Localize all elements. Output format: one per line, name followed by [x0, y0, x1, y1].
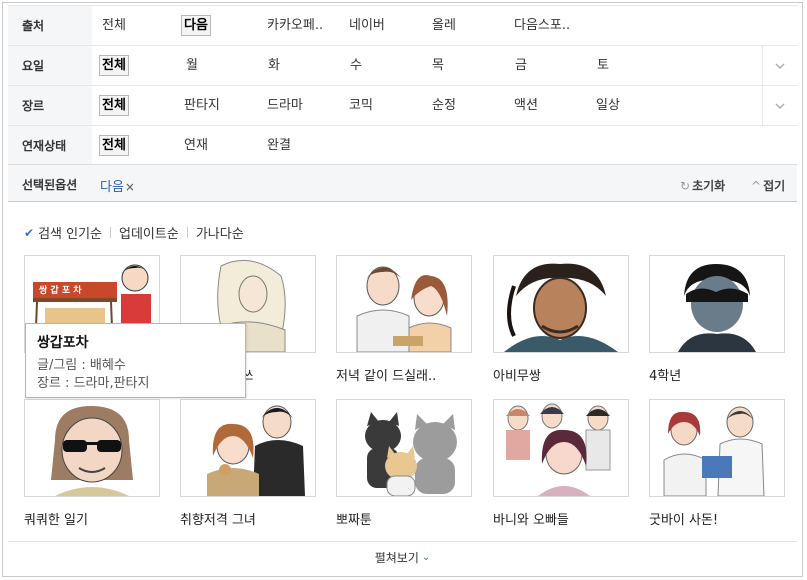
filter-genre-fantasy[interactable]: 판타지 [182, 96, 222, 115]
filter-genre-comic[interactable]: 코믹 [347, 96, 375, 115]
filter-source-olleh[interactable]: 올레 [430, 16, 458, 35]
webtoon-title[interactable]: 굿바이 사돈! [649, 509, 718, 528]
webtoon-thumbnail[interactable] [336, 255, 472, 353]
filter-genre-all[interactable]: 전체 [99, 95, 129, 116]
webtoon-card[interactable]: 아비무쌍 [493, 255, 629, 384]
webtoon-title[interactable]: 저녁 같이 드실래.. [336, 365, 436, 384]
selected-options-bar: 선택된옵션 다음× ↻ 초기화 ^ 접기 [8, 164, 797, 202]
filter-status-all[interactable]: 전체 [99, 135, 129, 156]
filter-source-daum[interactable]: 다음 [181, 15, 211, 36]
webtoon-title[interactable]: 뽀짜툰 [336, 509, 372, 528]
webtoon-title[interactable]: 아비무쌍 [493, 365, 541, 384]
filter-row-genre: 장르 전체 판타지 드라마 코믹 순정 액션 일상 [8, 86, 797, 126]
webtoon-card[interactable]: 쿼쿼한 일기 [24, 399, 160, 528]
webtoon-tooltip: 쌍갑포차 글/그림 : 배혜수 장르 : 드라마,판타지 [25, 323, 246, 398]
webtoon-card[interactable]: 4학년 [649, 255, 785, 384]
check-icon: ✔ [24, 225, 35, 240]
filter-genre-daily[interactable]: 일상 [594, 96, 622, 115]
divider [110, 227, 111, 238]
filter-label-status: 연재상태 [8, 126, 92, 165]
filter-row-source: 출처 전체 다음 카카오페.. 네이버 올레 다음스포.. [8, 5, 797, 46]
chevron-down-icon [775, 63, 785, 69]
filter-day-mon[interactable]: 월 [184, 56, 200, 75]
fold-label: 접기 [763, 179, 786, 193]
close-icon[interactable]: × [125, 180, 135, 194]
reset-button[interactable]: ↻ 초기화 [680, 177, 725, 194]
webtoon-thumbnail[interactable] [24, 399, 160, 497]
filter-day-sat[interactable]: 토 [595, 56, 611, 75]
chevron-up-icon: ^ [751, 179, 762, 193]
webtoon-thumbnail[interactable] [493, 399, 629, 497]
expand-more-label: 펼쳐보기 [374, 550, 419, 565]
webtoon-card[interactable]: 저녁 같이 드실래.. [336, 255, 472, 384]
fold-button[interactable]: ^ 접기 [751, 177, 785, 194]
webtoon-thumbnail[interactable] [649, 399, 785, 497]
filter-row-day: 요일 전체 월 화 수 목 금 토 [8, 46, 797, 86]
filter-label-genre: 장르 [8, 86, 92, 125]
filter-day-wed[interactable]: 수 [348, 56, 364, 75]
filter-table: 출처 전체 다음 카카오페.. 네이버 올레 다음스포.. 요일 전체 월 화 … [8, 5, 797, 166]
selected-chip-daum[interactable]: 다음× [100, 176, 135, 195]
sort-alphabetical[interactable]: 가나다순 [196, 223, 244, 242]
webtoon-thumbnail[interactable] [180, 399, 316, 497]
webtoon-title[interactable]: 취향저격 그녀 [180, 509, 256, 528]
webtoon-card[interactable]: 굿바이 사돈! [649, 399, 785, 528]
webtoon-card[interactable]: 바니와 오빠들 [493, 399, 629, 528]
sort-bar: ✔ 검색 인기순 업데이트순 가나다순 [24, 223, 244, 243]
webtoon-thumbnail[interactable] [493, 255, 629, 353]
selected-chip-label: 다음 [100, 180, 124, 195]
webtoon-title[interactable]: 4학년 [649, 365, 681, 384]
tooltip-genre: 장르 : 드라마,판타지 [37, 376, 150, 391]
divider [186, 227, 188, 238]
thumbnail-sign-text: 쌍 갑 포 차 [39, 286, 82, 296]
sort-popular[interactable]: 검색 인기순 [38, 223, 102, 242]
filter-source-all[interactable]: 전체 [100, 16, 128, 35]
filter-source-kakaopage[interactable]: 카카오페.. [265, 16, 325, 35]
tooltip-title: 쌍갑포차 [37, 335, 89, 351]
filter-genre-expand-button[interactable] [762, 86, 797, 125]
filter-status-completed[interactable]: 완결 [265, 136, 293, 155]
filter-label-source: 출처 [8, 6, 92, 45]
webtoon-thumbnail[interactable] [649, 255, 785, 353]
webtoon-card[interactable]: 취향저격 그녀 [180, 399, 316, 528]
filter-row-status: 연재상태 전체 연재 완결 [8, 126, 797, 166]
filter-genre-action[interactable]: 액션 [512, 96, 540, 115]
selected-options-label: 선택된옵션 [22, 178, 78, 192]
filter-day-all[interactable]: 전체 [99, 55, 129, 76]
tooltip-author: 글/그림 : 배혜수 [37, 358, 126, 373]
filter-genre-drama[interactable]: 드라마 [265, 96, 305, 115]
reset-label: 초기화 [692, 179, 726, 193]
webtoon-title[interactable]: 바니와 오빠들 [493, 509, 569, 528]
filter-day-fri[interactable]: 금 [513, 56, 529, 75]
filter-status-ongoing[interactable]: 연재 [182, 136, 210, 155]
chevron-down-icon: ⌄ [421, 551, 431, 563]
chevron-down-icon [775, 103, 785, 109]
sort-updated[interactable]: 업데이트순 [119, 223, 179, 242]
webtoon-thumbnail[interactable] [336, 399, 472, 497]
filter-genre-romance[interactable]: 순정 [430, 96, 458, 115]
webtoon-title[interactable]: 쿼쿼한 일기 [24, 509, 88, 528]
webtoon-card[interactable]: 뽀짜툰 [336, 399, 472, 528]
filter-day-expand-button[interactable] [762, 46, 797, 85]
expand-more-button[interactable]: 펼쳐보기 ⌄ [8, 541, 797, 572]
refresh-icon: ↻ [680, 179, 691, 193]
filter-day-tue[interactable]: 화 [266, 56, 282, 75]
filter-source-daumsports[interactable]: 다음스포.. [512, 16, 572, 35]
filter-source-naver[interactable]: 네이버 [347, 16, 387, 35]
filter-day-thu[interactable]: 목 [430, 56, 446, 75]
filter-label-day: 요일 [8, 46, 92, 85]
